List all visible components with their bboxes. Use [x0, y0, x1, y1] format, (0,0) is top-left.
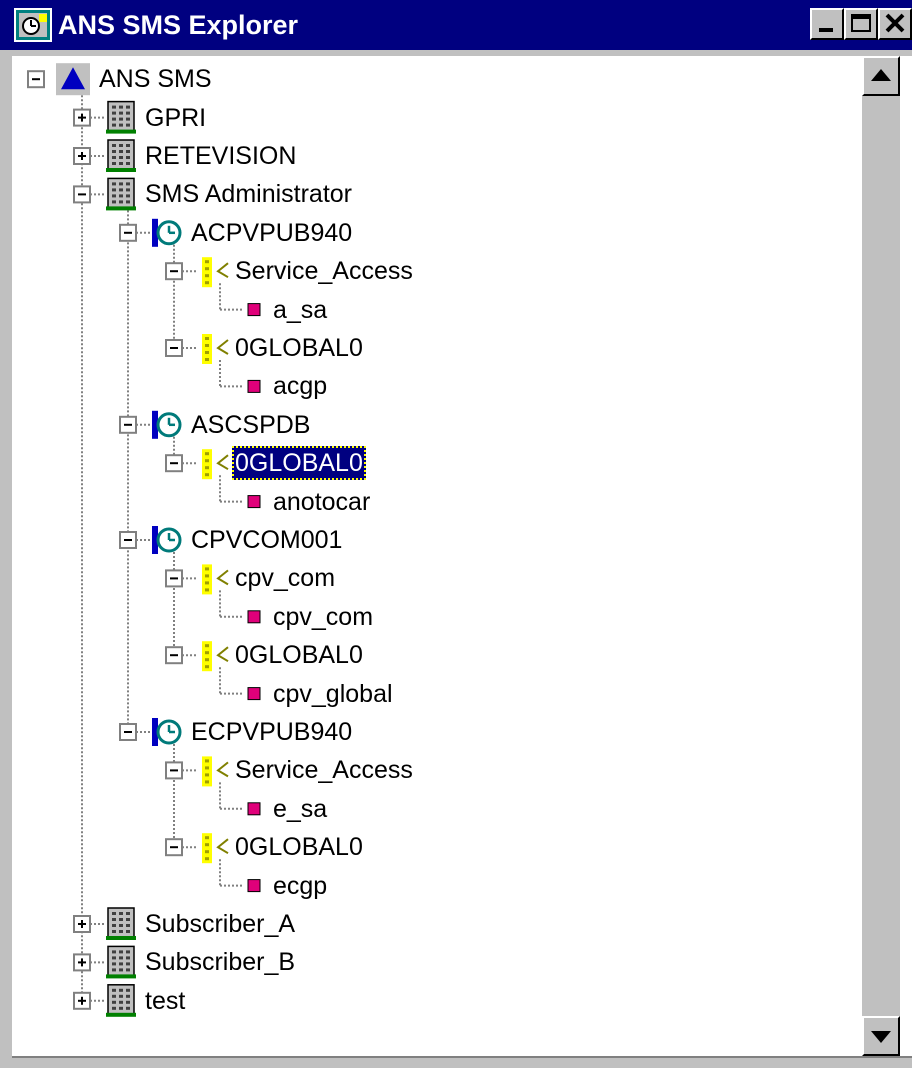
- tree-node-label[interactable]: 0GLOBAL0: [232, 638, 366, 672]
- tree-node-label[interactable]: ACPVPUB940: [188, 216, 355, 250]
- collapse-toggle[interactable]: [165, 761, 183, 780]
- tree-node-label[interactable]: acgp: [270, 369, 330, 403]
- tree-node-label[interactable]: ECPVPUB940: [188, 715, 355, 749]
- status-bar-edge: [12, 1056, 912, 1068]
- tree-node-label[interactable]: Service_Access: [232, 753, 416, 787]
- tree-node-label[interactable]: 0GLOBAL0: [232, 331, 366, 365]
- minimize-icon: [819, 28, 833, 32]
- tree-node-label[interactable]: ASCSPDB: [188, 408, 313, 442]
- scroll-down-button[interactable]: [862, 1016, 900, 1056]
- explorer-window: ANS SMS Explorer ANS SMS GPRI RETEVISION SM…: [0, 0, 912, 1068]
- tree-node-label[interactable]: e_sa: [270, 792, 330, 826]
- database-server-icon: [152, 526, 182, 554]
- expand-toggle[interactable]: [73, 953, 91, 972]
- tree-node-label[interactable]: CPVCOM001: [188, 523, 345, 557]
- table-icon: [247, 610, 261, 624]
- building-icon: [106, 907, 136, 940]
- tree-node-label[interactable]: Subscriber_B: [142, 945, 298, 979]
- title-bar[interactable]: ANS SMS Explorer: [0, 0, 912, 50]
- expand-toggle[interactable]: [73, 147, 91, 165]
- collapse-toggle[interactable]: [165, 838, 183, 857]
- scrollbar-track[interactable]: [862, 96, 900, 1016]
- tree-node-label[interactable]: GPRI: [142, 101, 209, 135]
- building-icon: [106, 177, 136, 211]
- building-icon: [106, 100, 136, 134]
- database-server-icon: [152, 410, 182, 439]
- building-icon: [106, 984, 136, 1017]
- minimize-button[interactable]: [810, 8, 844, 40]
- collapse-toggle[interactable]: [165, 339, 183, 357]
- schema-icon: [202, 833, 229, 864]
- tree-node-label[interactable]: anotocar: [270, 485, 373, 519]
- expand-toggle[interactable]: [73, 991, 91, 1010]
- network-root-icon: [56, 63, 90, 96]
- table-icon: [247, 802, 261, 816]
- tree-node-label[interactable]: 0GLOBAL0: [232, 830, 366, 864]
- tree-node-label[interactable]: 0GLOBAL0: [232, 446, 366, 481]
- tree-node-label[interactable]: RETEVISION: [142, 139, 299, 173]
- window-title: ANS SMS Explorer: [58, 10, 299, 40]
- app-icon[interactable]: [14, 8, 52, 42]
- building-icon: [106, 945, 136, 979]
- collapse-toggle[interactable]: [73, 185, 91, 204]
- schema-icon: [202, 564, 229, 595]
- close-icon: [885, 13, 905, 33]
- tree-node-label[interactable]: cpv_com: [270, 600, 376, 634]
- building-icon: [106, 139, 136, 172]
- tree-node-label[interactable]: cpv_com: [232, 561, 338, 595]
- collapse-toggle[interactable]: [165, 454, 183, 473]
- table-icon: [247, 495, 261, 509]
- collapse-toggle[interactable]: [119, 723, 137, 741]
- collapse-toggle[interactable]: [165, 262, 183, 281]
- table-icon: [247, 303, 261, 317]
- collapse-toggle[interactable]: [119, 531, 137, 549]
- expand-toggle[interactable]: [73, 915, 91, 933]
- schema-icon: [202, 756, 229, 787]
- tree-node-label[interactable]: ANS SMS: [96, 62, 215, 96]
- collapse-toggle[interactable]: [119, 415, 137, 434]
- table-icon: [247, 379, 261, 393]
- table-icon: [247, 687, 261, 701]
- scroll-up-button[interactable]: [862, 56, 900, 96]
- database-server-icon: [152, 218, 182, 247]
- collapse-toggle[interactable]: [27, 70, 45, 89]
- collapse-toggle[interactable]: [165, 646, 183, 665]
- tree-node-label[interactable]: SMS Administrator: [142, 177, 355, 211]
- collapse-toggle[interactable]: [119, 223, 137, 242]
- schema-icon: [202, 334, 229, 364]
- tree-connector-lines: [27, 63, 261, 1017]
- tree-node-label[interactable]: Service_Access: [232, 254, 416, 288]
- scroll-down-arrow-icon: [871, 1031, 891, 1043]
- schema-icon: [202, 257, 229, 288]
- database-server-icon: [152, 718, 182, 746]
- collapse-toggle[interactable]: [165, 569, 183, 588]
- close-button[interactable]: [878, 8, 912, 40]
- schema-icon: [202, 641, 229, 672]
- maximize-icon: [851, 14, 871, 32]
- tree-node-label[interactable]: Subscriber_A: [142, 907, 298, 941]
- vertical-scrollbar[interactable]: [862, 56, 900, 1056]
- tree-panel[interactable]: ANS SMS GPRI RETEVISION SMS Administrator AC…: [12, 56, 912, 1056]
- tree-node-label[interactable]: test: [142, 984, 188, 1018]
- scroll-up-arrow-icon: [871, 69, 891, 81]
- tree-node-label[interactable]: ecgp: [270, 869, 330, 903]
- tree-node-label[interactable]: a_sa: [270, 293, 330, 327]
- table-icon: [247, 879, 261, 893]
- expand-toggle[interactable]: [73, 108, 91, 127]
- tree-node-label[interactable]: cpv_global: [270, 677, 396, 711]
- maximize-button[interactable]: [844, 8, 878, 40]
- schema-icon: [202, 449, 229, 480]
